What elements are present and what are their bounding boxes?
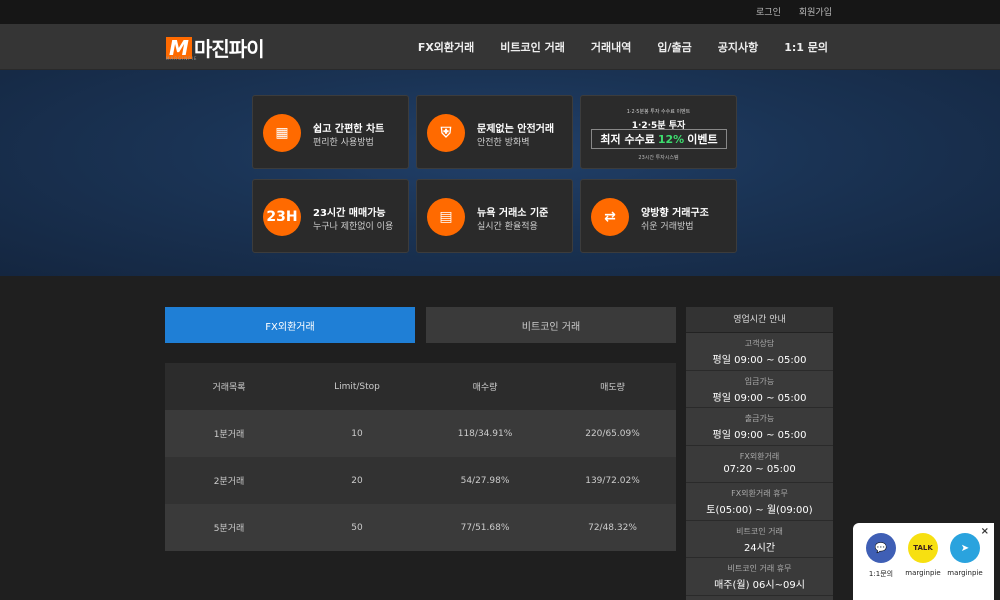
- feature-card-23h[interactable]: 23H 23시간 매매가능 누구나 제한없이 이용: [252, 179, 409, 253]
- feature-title: 양방향 거래구조: [641, 208, 709, 219]
- promo-headline: 최저 수수료 12% 이벤트: [591, 129, 727, 149]
- feature-title: 뉴욕 거래소 기준: [477, 208, 549, 219]
- hours-item: 고객상담 평일 09:00 ~ 05:00: [686, 333, 833, 371]
- hours-item: 비트코인 거래 휴무 매주(월) 06시~09시: [686, 558, 833, 596]
- table-cell: 72/48.32%: [588, 522, 637, 533]
- business-hours-panel: 영업시간 안내 고객상담 평일 09:00 ~ 05:00 입금가능 평일 09…: [686, 307, 833, 600]
- table-header-cell: Limit/Stop: [334, 381, 380, 392]
- feature-card-nyse[interactable]: ▤ 뉴욕 거래소 기준 실시간 환율적용: [416, 179, 573, 253]
- widget-button-label: marginpie: [905, 569, 941, 577]
- promo-line4: 23시간 투자시스템: [638, 155, 679, 161]
- telegram-icon: ➤: [950, 533, 980, 563]
- nav-inquiry[interactable]: 1:1 문의: [784, 39, 828, 55]
- widget-button-label: 1:1문의: [868, 570, 894, 578]
- hours-value: 07:20 ~ 05:00: [723, 463, 796, 475]
- table-header-row: 거래목록 Limit/Stop 매수량 매도량: [165, 363, 676, 410]
- hours-item: FX외환거래 휴무 토(05:00) ~ 월(09:00): [686, 483, 833, 521]
- chat-icon: 💬: [866, 533, 896, 563]
- hours-item: 비트코인 거래 24시간: [686, 521, 833, 558]
- nav-fx-trading[interactable]: FX외환거래: [418, 39, 474, 55]
- chart-monitor-icon: ▦: [263, 114, 301, 152]
- two-way-arrows-icon: ⇄: [591, 198, 629, 236]
- hours-item: 입금가능 평일 09:00 ~ 05:00: [686, 371, 833, 408]
- table-header-cell: 매도량: [600, 383, 625, 393]
- business-hours-title: 영업시간 안내: [686, 307, 833, 333]
- table-cell: 77/51.68%: [460, 522, 510, 533]
- widget-button-label: marginpie: [947, 569, 983, 577]
- table-cell: 54/27.98%: [460, 475, 510, 486]
- table-cell: 10: [351, 428, 363, 439]
- feature-title: 쉽고 간편한 차트: [313, 124, 385, 135]
- tab-fx-trading[interactable]: FX외환거래: [165, 307, 415, 343]
- hours-item: FX외환거래 07:20 ~ 05:00: [686, 446, 833, 483]
- table-cell: 220/65.09%: [585, 428, 640, 439]
- hours-label: 입금가능: [744, 376, 775, 386]
- feature-card-chart[interactable]: ▦ 쉽고 간편한 차트 편리한 사용방법: [252, 95, 409, 169]
- nav-bitcoin-trading[interactable]: 비트코인 거래: [500, 39, 565, 55]
- hours-label: FX외환거래: [739, 451, 780, 461]
- feature-desc: 실시간 환율적용: [477, 222, 538, 232]
- feature-title: 문제없는 안전거래: [477, 124, 555, 135]
- table-row: 1분거래 10 118/34.91% 220/65.09%: [165, 410, 676, 457]
- top-utility-bar: 로그인 회원가입: [0, 0, 1000, 24]
- shield-lock-icon: ⛨: [427, 114, 465, 152]
- tab-bitcoin-trading[interactable]: 비트코인 거래: [426, 307, 676, 343]
- promo-event-banner[interactable]: 1·2·5분봉 투자 수수료 이벤트 1·2·5분 투자 최저 수수료 12% …: [580, 95, 737, 169]
- nav-deposit-withdraw[interactable]: 입/출금: [657, 39, 691, 55]
- table-cell: 2분거래: [213, 477, 245, 487]
- hours-label: 비트코인 거래: [736, 526, 783, 536]
- hours-label: FX외환거래 휴무: [731, 489, 788, 498]
- table-cell: 20: [351, 475, 363, 486]
- logo-subtext: MARGINPIE: [166, 56, 198, 61]
- feature-title: 23시간 매매가능: [313, 208, 386, 219]
- hours-value: 평일 09:00 ~ 05:00: [712, 392, 807, 404]
- hours-label: 비트코인 거래 휴무: [727, 564, 792, 573]
- exchange-card-icon: ▤: [427, 198, 465, 236]
- main-header: M 마진파이 MARGINPIE FX외환거래 비트코인 거래 거래내역 입/출…: [0, 24, 1000, 70]
- feature-desc: 누구나 제한없이 이용: [313, 222, 394, 232]
- nav-notices[interactable]: 공지사항: [718, 39, 758, 55]
- hours-label: 고객상담: [744, 339, 775, 348]
- hero-banner: ▦ 쉽고 간편한 차트 편리한 사용방법 ⛨ 문제없는 안전거래 안전한 방화벽…: [0, 70, 1000, 276]
- clock-23h-icon: 23H: [263, 198, 301, 236]
- utility-links: 로그인 회원가입: [756, 5, 832, 18]
- promo-headline-percent: 12%: [657, 132, 685, 146]
- feature-desc: 안전한 방화벽: [477, 138, 530, 148]
- hours-value: 24시간: [743, 542, 776, 554]
- feature-card-two-way[interactable]: ⇄ 양방향 거래구조 쉬운 거래방법: [580, 179, 737, 253]
- nav-trade-history[interactable]: 거래내역: [591, 39, 631, 55]
- table-cell: 118/34.91%: [457, 428, 513, 439]
- table-header-cell: 거래목록: [212, 383, 246, 393]
- kakaotalk-icon: TALK: [908, 533, 938, 563]
- contact-widget: × 💬 1:1문의 TALK marginpie ➤ marginpie: [853, 523, 994, 600]
- feature-card-security[interactable]: ⛨ 문제없는 안전거래 안전한 방화벽: [416, 95, 573, 169]
- table-row: 5분거래 50 77/51.68% 72/48.32%: [165, 504, 676, 551]
- table-header-cell: 매수량: [472, 383, 498, 393]
- hours-item: 출금가능 평일 09:00 ~ 05:00: [686, 408, 833, 446]
- promo-headline-post: 이벤트: [687, 133, 718, 146]
- main-nav: FX외환거래 비트코인 거래 거래내역 입/출금 공지사항 1:1 문의: [418, 39, 828, 55]
- feature-desc: 편리한 사용방법: [313, 138, 374, 148]
- login-link[interactable]: 로그인: [756, 5, 781, 18]
- table-cell: 1분거래: [213, 430, 245, 440]
- telegram-widget-button[interactable]: ➤ marginpie: [945, 533, 985, 577]
- hours-value: 매주(월) 06시~09시: [714, 580, 805, 591]
- promo-line1: 1·2·5분봉 투자 수수료 이벤트: [626, 109, 691, 115]
- hours-value: 평일 09:00 ~ 05:00: [712, 355, 807, 366]
- trade-summary-table: 거래목록 Limit/Stop 매수량 매도량 1분거래 10 118/34.9…: [165, 363, 676, 552]
- logo-text: 마진파이: [194, 37, 265, 61]
- inquiry-widget-button[interactable]: 💬 1:1문의: [861, 533, 901, 579]
- hours-value: 토(05:00) ~ 월(09:00): [706, 505, 813, 516]
- table-row: 2분거래 20 54/27.98% 139/72.02%: [165, 457, 676, 504]
- promo-headline-pre: 최저 수수료: [600, 133, 655, 146]
- hours-label: 출금가능: [744, 414, 775, 423]
- table-cell: 139/72.02%: [585, 475, 640, 486]
- table-cell: 5분거래: [213, 524, 245, 534]
- kakaotalk-widget-button[interactable]: TALK marginpie: [903, 533, 943, 577]
- feature-desc: 쉬운 거래방법: [641, 222, 694, 232]
- logo[interactable]: M 마진파이 MARGINPIE: [166, 33, 265, 62]
- table-cell: 50: [351, 522, 363, 533]
- hours-value: 평일 09:00 ~ 05:00: [712, 430, 807, 441]
- signup-link[interactable]: 회원가입: [799, 5, 832, 18]
